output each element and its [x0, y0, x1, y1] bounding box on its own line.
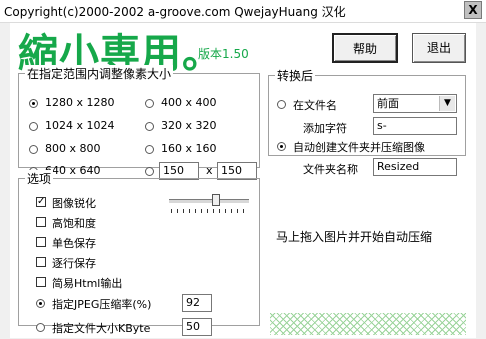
slider-ticks [171, 209, 249, 213]
add-char-label: 添加字符 [303, 122, 347, 135]
close-button[interactable]: X [464, 1, 482, 19]
exit-button[interactable]: 退出 [412, 33, 466, 63]
size-1280-radio[interactable] [29, 99, 38, 108]
sharpen-label: 图像锐化 [52, 197, 96, 210]
jpeg-quality-input[interactable]: 92 [182, 294, 212, 312]
position-select-value: 前面 [377, 97, 399, 110]
size-400-label: 400 x 400 [161, 96, 217, 109]
size-800-label: 800 x 800 [45, 142, 101, 155]
main-panel: 縮小専用。 版本1.50 帮助 退出 在指定范围内调整像素大小 1280 x 1… [10, 23, 476, 338]
progressive-label: 逐行保存 [52, 257, 96, 270]
drop-hint-text: 马上拖入图片并开始自动压缩 [276, 230, 433, 244]
filesize-label: 指定文件大小KByte [52, 322, 151, 335]
position-select[interactable]: 前面 ▼ [373, 94, 457, 113]
auto-folder-label: 自动创建文件夹并压缩图像 [293, 141, 425, 154]
folder-name-input[interactable]: Resized [373, 158, 457, 176]
chevron-down-icon[interactable]: ▼ [439, 96, 455, 111]
saturation-label: 高饱和度 [52, 217, 96, 230]
sharpen-slider-thumb[interactable] [212, 194, 220, 206]
size-1024-label: 1024 x 1024 [45, 119, 115, 132]
folder-name-label: 文件夹名称 [303, 163, 358, 176]
size-1280-label: 1280 x 1280 [45, 96, 115, 109]
filename-radio[interactable] [277, 100, 286, 109]
size-group: 在指定范围内调整像素大小 1280 x 1280 400 x 400 1024 … [18, 65, 260, 180]
jpeg-quality-radio[interactable] [36, 299, 45, 308]
html-output-label: 简易Html输出 [52, 277, 123, 290]
sharpen-slider-track[interactable] [169, 199, 249, 204]
title-bar: Copyright(c)2000-2002 a-groove.com Qweja… [0, 0, 486, 23]
size-320-radio[interactable] [145, 122, 154, 131]
size-400-radio[interactable] [145, 99, 154, 108]
options-group: 选项 ✓ 图像锐化 高饱和度 单色保存 逐行保存 简易Html输出 指定JPEG… [18, 170, 260, 336]
convert-group-label: 转换后 [275, 67, 316, 84]
size-800-radio[interactable] [29, 145, 38, 154]
app-window: Copyright(c)2000-2002 a-groove.com Qweja… [0, 0, 486, 339]
saturation-checkbox[interactable] [36, 217, 46, 227]
options-group-label: 选项 [25, 170, 54, 187]
add-char-input[interactable]: s- [373, 117, 457, 135]
convert-group: 转换后 在文件名 前面 ▼ 添加字符 s- 自动创建文件夹并压缩图像 文件夹名称… [268, 67, 466, 176]
filesize-radio[interactable] [36, 323, 45, 332]
monochrome-checkbox[interactable] [36, 237, 46, 247]
auto-folder-radio[interactable] [277, 142, 286, 151]
drop-zone-pattern[interactable] [270, 313, 466, 335]
jpeg-quality-label: 指定JPEG压缩率(%) [52, 298, 152, 311]
monochrome-label: 单色保存 [52, 237, 96, 250]
version-label: 版本1.50 [198, 47, 249, 61]
filename-radio-label: 在文件名 [293, 99, 337, 112]
size-group-label: 在指定范围内调整像素大小 [25, 65, 174, 82]
size-1024-radio[interactable] [29, 122, 38, 131]
size-320-label: 320 x 320 [161, 119, 217, 132]
progressive-checkbox[interactable] [36, 257, 46, 267]
sharpen-checkbox[interactable]: ✓ [36, 197, 46, 207]
filesize-input[interactable]: 50 [182, 318, 212, 336]
size-160-radio[interactable] [145, 145, 154, 154]
size-160-label: 160 x 160 [161, 142, 217, 155]
html-output-checkbox[interactable] [36, 277, 46, 287]
window-title: Copyright(c)2000-2002 a-groove.com Qweja… [4, 5, 346, 19]
help-button[interactable]: 帮助 [332, 33, 398, 63]
